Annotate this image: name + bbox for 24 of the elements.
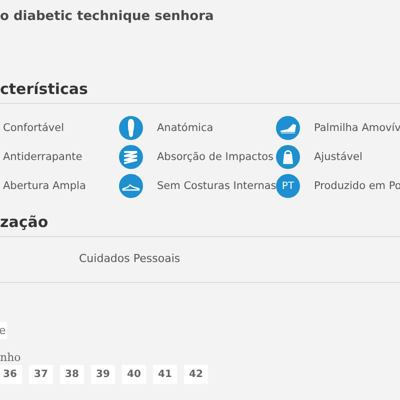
size-option[interactable]: 39 [91,365,115,384]
product-title: o diabetic technique senhora [0,8,215,26]
section-heading: cterísticas [0,80,400,104]
section-heading: zação [0,213,400,237]
feature-label: Anatómica [157,122,214,134]
feature-label: Sem Costuras Internas [157,180,276,192]
usage-value: Cuidados Pessoais [79,252,180,265]
shoe-icon [119,174,143,198]
feature-label: Absorção de Impactos [157,151,274,163]
size-option[interactable]: 38 [60,365,84,384]
shoe-icon [276,116,300,140]
size-option[interactable]: 40 [122,365,146,384]
feature-label: Ajustável [314,151,362,163]
size-label: nho [0,351,22,364]
size-option[interactable]: 36 [0,365,22,384]
spring-icon [119,145,143,169]
insole-icon [119,116,143,140]
feature-label: Abertura Ampla [3,180,86,192]
feature-label: Confortável [3,122,64,134]
size-option[interactable]: 41 [153,365,177,384]
country-badge: PT [276,174,300,198]
feature-label: Antiderrapante [3,151,82,163]
size-option[interactable]: 37 [29,365,53,384]
size-option[interactable]: 42 [184,365,208,384]
